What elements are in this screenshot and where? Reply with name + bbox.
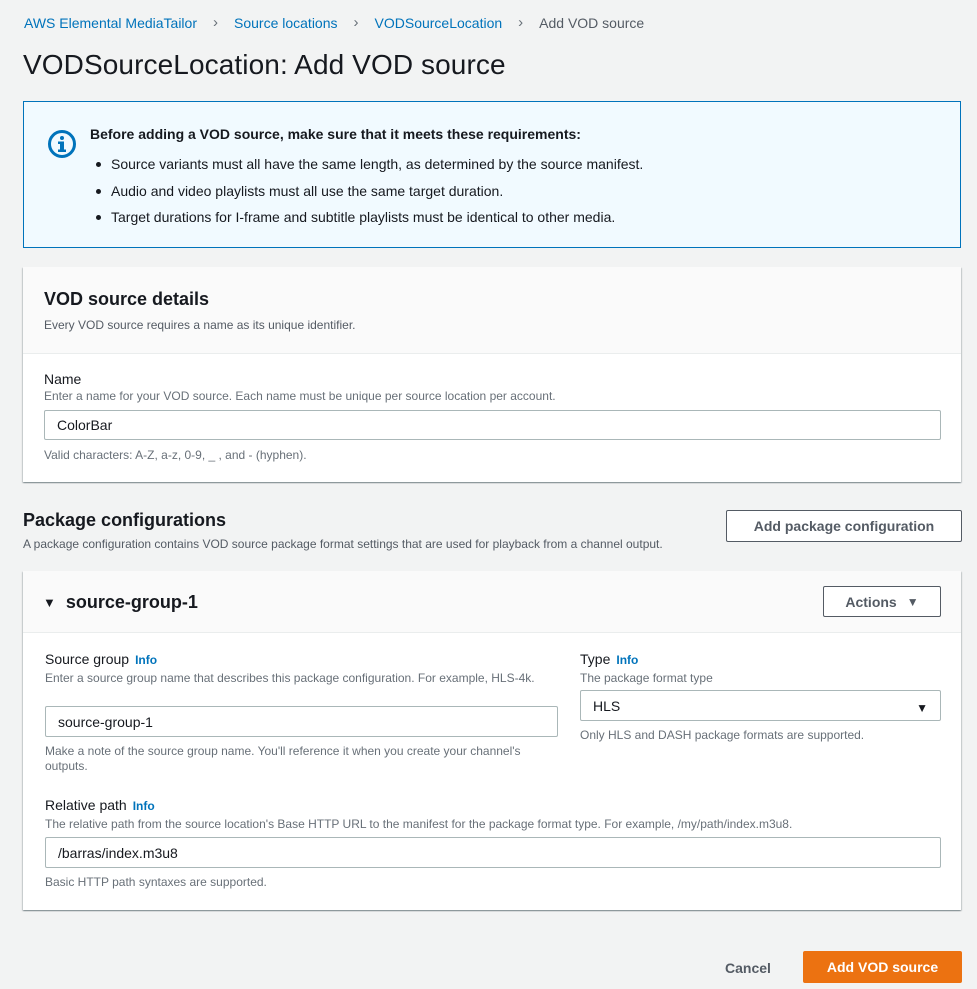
source-group-panel: ▼ source-group-1 Actions ▼ Source group I…	[23, 571, 961, 910]
source-group-label-text: Source group	[45, 651, 130, 667]
name-description: Enter a name for your VOD source. Each n…	[44, 389, 556, 403]
type-info-link[interactable]: Info	[616, 653, 638, 667]
requirements-alert: Before adding a VOD source, make sure th…	[23, 101, 961, 248]
panel-header: VOD source details Every VOD source requ…	[23, 267, 961, 354]
page-title: VODSourceLocation: Add VOD source	[23, 49, 506, 80]
source-group-constraint: Make a note of the source group name. Yo…	[45, 744, 521, 773]
source-group-info-link[interactable]: Info	[135, 653, 157, 667]
caret-down-icon: ▼	[43, 595, 56, 610]
source-group-title: source-group-1	[65, 592, 198, 612]
source-group-input[interactable]: source-group-1	[45, 706, 558, 737]
breadcrumb-link-mediatailor[interactable]: AWS Elemental MediaTailor	[24, 15, 197, 31]
caret-down-icon: ▼	[916, 701, 928, 715]
name-constraint: Valid characters: A-Z, a-z, 0-9, _ , and…	[44, 448, 307, 462]
breadcrumb-link-vodsourcelocation[interactable]: VODSourceLocation	[375, 15, 503, 31]
relative-path-input-value: /barras/index.m3u8	[58, 844, 178, 861]
type-select[interactable]: HLS ▼	[580, 690, 941, 721]
type-select-value: HLS	[593, 697, 621, 714]
name-input-value: ColorBar	[57, 417, 113, 433]
relative-path-description: The relative path from the source locati…	[45, 817, 793, 831]
relative-path-info-link[interactable]: Info	[133, 799, 155, 813]
package-configurations-subtitle: A package configuration contains VOD sou…	[23, 537, 663, 551]
relative-path-label-text: Relative path	[45, 797, 127, 813]
alert-heading: Before adding a VOD source, make sure th…	[90, 126, 581, 142]
add-vod-source-button[interactable]: Add VOD source	[803, 951, 962, 983]
name-label: Name	[44, 371, 82, 387]
source-group-toggle[interactable]: ▼ source-group-1	[43, 592, 198, 613]
caret-down-icon: ▼	[906, 594, 919, 609]
source-group-description: Enter a source group name that describes…	[45, 671, 535, 685]
chevron-right-icon: ›	[353, 14, 359, 31]
panel-title: VOD source details	[44, 289, 210, 309]
package-configurations-title: Package configurations	[23, 510, 227, 530]
name-input[interactable]: ColorBar	[44, 410, 941, 440]
list-item: Audio and video playlists must all use t…	[90, 178, 643, 205]
type-description: The package format type	[580, 671, 713, 685]
panel-subtitle: Every VOD source requires a name as its …	[44, 318, 356, 332]
relative-path-constraint: Basic HTTP path syntaxes are supported.	[45, 875, 267, 889]
relative-path-label: Relative path Info	[45, 797, 155, 813]
breadcrumb-link-source-locations[interactable]: Source locations	[234, 15, 338, 31]
type-constraint: Only HLS and DASH package formats are su…	[580, 728, 865, 742]
source-group-input-value: source-group-1	[58, 713, 153, 730]
type-label: Type Info	[580, 651, 638, 667]
add-package-configuration-button[interactable]: Add package configuration	[726, 510, 962, 542]
actions-button[interactable]: Actions ▼	[823, 586, 941, 617]
breadcrumb-current: Add VOD source	[539, 14, 645, 31]
alert-requirements-list: Source variants must all have the same l…	[90, 151, 643, 231]
breadcrumb: AWS Elemental MediaTailor › Source locat…	[24, 14, 644, 31]
list-item: Source variants must all have the same l…	[90, 151, 643, 178]
vod-source-details-panel: VOD source details Every VOD source requ…	[23, 267, 961, 482]
actions-label: Actions	[845, 593, 897, 610]
type-label-text: Type	[580, 651, 611, 667]
cancel-button[interactable]: Cancel	[712, 953, 784, 983]
source-group-label: Source group Info	[45, 651, 157, 667]
list-item: Target durations for I-frame and subtitl…	[90, 204, 643, 231]
chevron-right-icon: ›	[213, 14, 218, 31]
info-circle-icon	[48, 130, 76, 158]
relative-path-input[interactable]: /barras/index.m3u8	[45, 837, 941, 868]
chevron-right-icon: ›	[518, 14, 524, 31]
panel-header: ▼ source-group-1 Actions ▼	[23, 571, 961, 633]
